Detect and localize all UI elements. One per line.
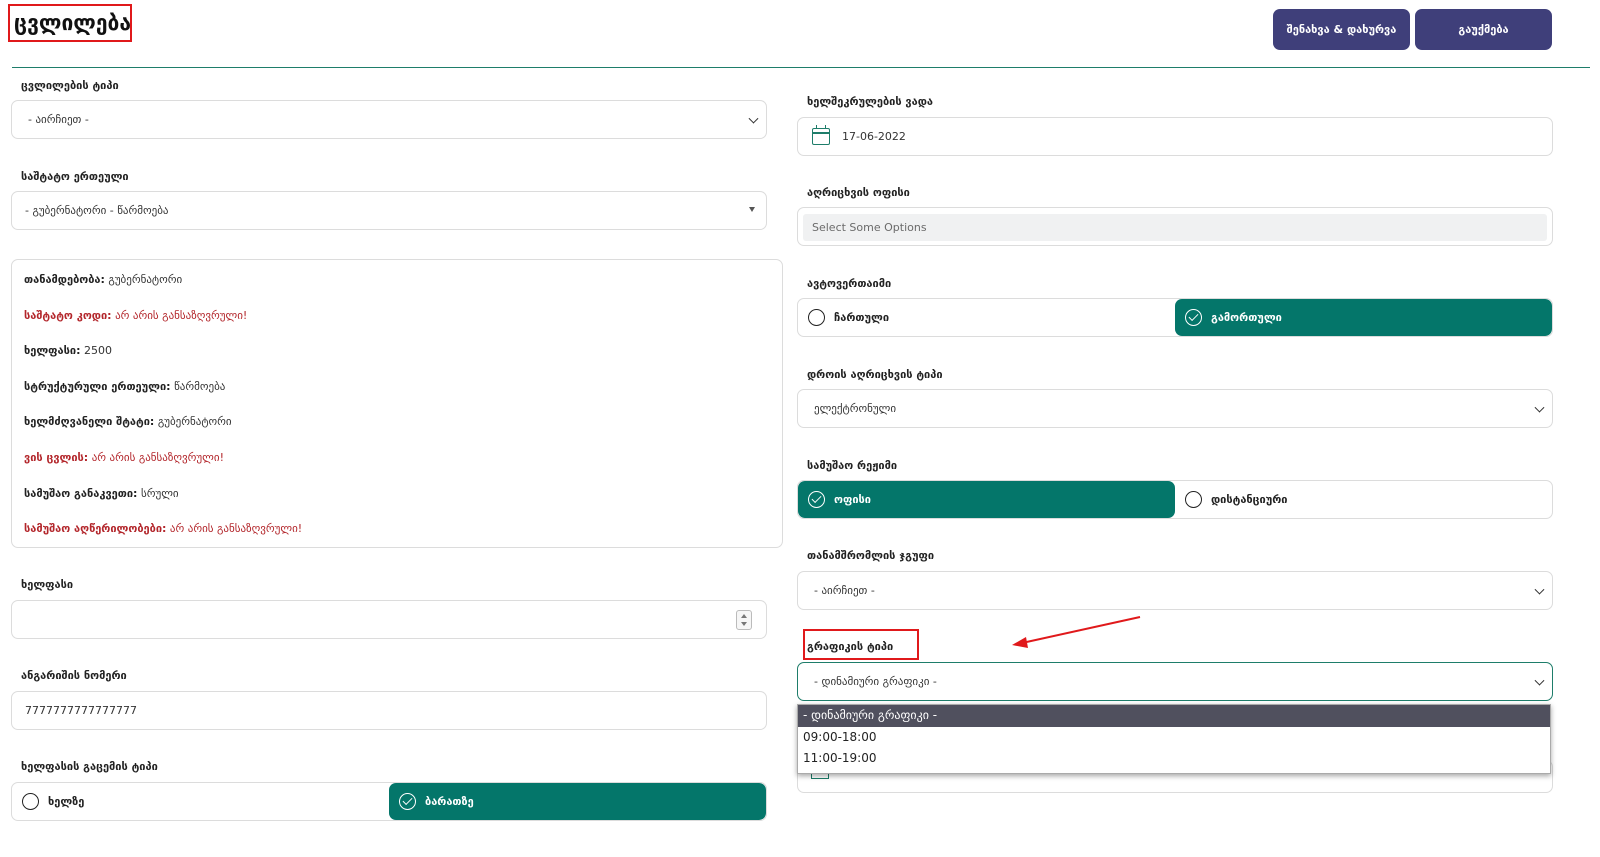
dropdown-option[interactable]: 09:00-18:00 — [798, 727, 1550, 749]
employee-group-label: თანამშრომლის ჯგუფი — [807, 549, 935, 562]
change-type-value: - აირჩიეთ - — [28, 113, 89, 126]
auto-verification-label: ავტოვერთაიმი — [807, 277, 892, 290]
header-divider — [12, 67, 1590, 68]
account-number-input[interactable]: 7777777777777777 — [11, 691, 767, 730]
salary-issue-type-toggle: ხელზე ბარათზე — [11, 782, 767, 821]
schedule-type-dropdown: - დინამიური გრაფიკი - 09:00-18:00 11:00-… — [797, 704, 1551, 774]
change-type-select[interactable]: - აირჩიეთ - — [11, 100, 767, 139]
account-number-label: ანგარიშის ნომერი — [21, 669, 127, 682]
contract-term-date-input[interactable]: 17-06-2022 — [797, 117, 1553, 156]
radio-icon — [1185, 491, 1202, 508]
salary-input[interactable] — [11, 600, 767, 639]
account-number-value: 7777777777777777 — [25, 704, 137, 717]
option-remote[interactable]: დისტანციური — [1175, 481, 1552, 518]
dropdown-option[interactable]: 11:00-19:00 — [798, 748, 1550, 770]
radio-icon — [22, 793, 39, 810]
staff-unit-label: საშტატო ერთეული — [21, 170, 129, 183]
option-cash[interactable]: ხელზე — [12, 783, 389, 820]
chevron-down-icon — [748, 113, 759, 124]
time-tracking-type-value: ელექტრონული — [814, 402, 897, 415]
office-label: აღრიცხვის ოფისი — [807, 186, 910, 199]
number-stepper[interactable] — [736, 610, 752, 630]
work-mode-label: სამუშაო რეჟიმი — [807, 459, 898, 472]
option-office[interactable]: ოფისი — [798, 481, 1175, 518]
employee-group-select[interactable]: - აირჩიეთ - — [797, 571, 1553, 610]
caret-down-icon — [749, 206, 755, 212]
calendar-icon — [812, 125, 830, 145]
info-manager-staff: ხელმძღვანელი შტატი: გუბერნატორი — [24, 415, 232, 429]
time-tracking-type-select[interactable]: ელექტრონული — [797, 389, 1553, 428]
salary-label: ხელფასი — [21, 578, 74, 591]
info-job-descriptions: სამუშაო აღწერილობები: არ არის განსაზღვრუ… — [24, 522, 303, 536]
time-tracking-type-label: დროის აღრიცხვის ტიპი — [807, 368, 943, 381]
info-work-rate: სამუშაო განაკვეთი: სრული — [24, 486, 179, 500]
staff-unit-select[interactable]: - გუბერნატორი - წარმოება — [11, 191, 767, 230]
schedule-type-value: - დინამიური გრაფიკი - — [814, 675, 937, 688]
cancel-button[interactable]: გაუქმება — [1415, 9, 1552, 50]
employee-group-value: - აირჩიეთ - — [814, 584, 875, 597]
check-circle-icon — [399, 793, 416, 810]
office-multiselect[interactable]: Select Some Options — [797, 207, 1553, 246]
salary-issue-type-label: ხელფასის გაცემის ტიპი — [21, 760, 158, 773]
page-title: ცვლილება — [8, 4, 132, 42]
info-staff-code: საშტატო კოდი: არ არის განსაზღვრული! — [24, 308, 248, 322]
dropdown-option[interactable]: - დინამიური გრაფიკი - — [798, 705, 1550, 727]
check-circle-icon — [1185, 309, 1202, 326]
contract-term-label: ხელშეკრულების ვადა — [807, 95, 933, 108]
radio-icon — [808, 309, 825, 326]
check-circle-icon — [808, 491, 825, 508]
chevron-down-icon — [1534, 584, 1545, 595]
contract-term-value: 17-06-2022 — [842, 130, 906, 143]
option-card[interactable]: ბარათზე — [389, 783, 766, 820]
change-type-label: ცვლილების ტიპი — [21, 79, 119, 92]
annotation-arrow — [1012, 616, 1141, 648]
save-and-close-button[interactable]: შენახვა & დახურვა — [1273, 9, 1410, 50]
info-structural-unit: სტრუქტურული ერთეული: წარმოება — [24, 379, 226, 393]
staff-info-panel: თანამდებობა: გუბერნატორი საშტატო კოდი: ა… — [11, 259, 783, 548]
info-position: თანამდებობა: გუბერნატორი — [24, 273, 183, 286]
option-off[interactable]: გამორთული — [1175, 299, 1552, 336]
office-placeholder: Select Some Options — [803, 214, 1547, 241]
chevron-down-icon — [1534, 675, 1545, 686]
info-salary: ხელფასი: 2500 — [24, 344, 112, 358]
chevron-down-icon — [1534, 402, 1545, 413]
option-on[interactable]: ჩართული — [798, 299, 1175, 336]
schedule-type-select[interactable]: - დინამიური გრაფიკი - — [797, 662, 1553, 701]
work-mode-toggle: ოფისი დისტანციური — [797, 480, 1553, 519]
auto-verification-toggle: ჩართული გამორთული — [797, 298, 1553, 337]
schedule-type-label: გრაფიკის ტიპი — [807, 640, 894, 653]
info-replaces: ვის ცვლის: არ არის განსაზღვრული! — [24, 450, 224, 464]
staff-unit-value: - გუბერნატორი - წარმოება — [25, 204, 169, 217]
